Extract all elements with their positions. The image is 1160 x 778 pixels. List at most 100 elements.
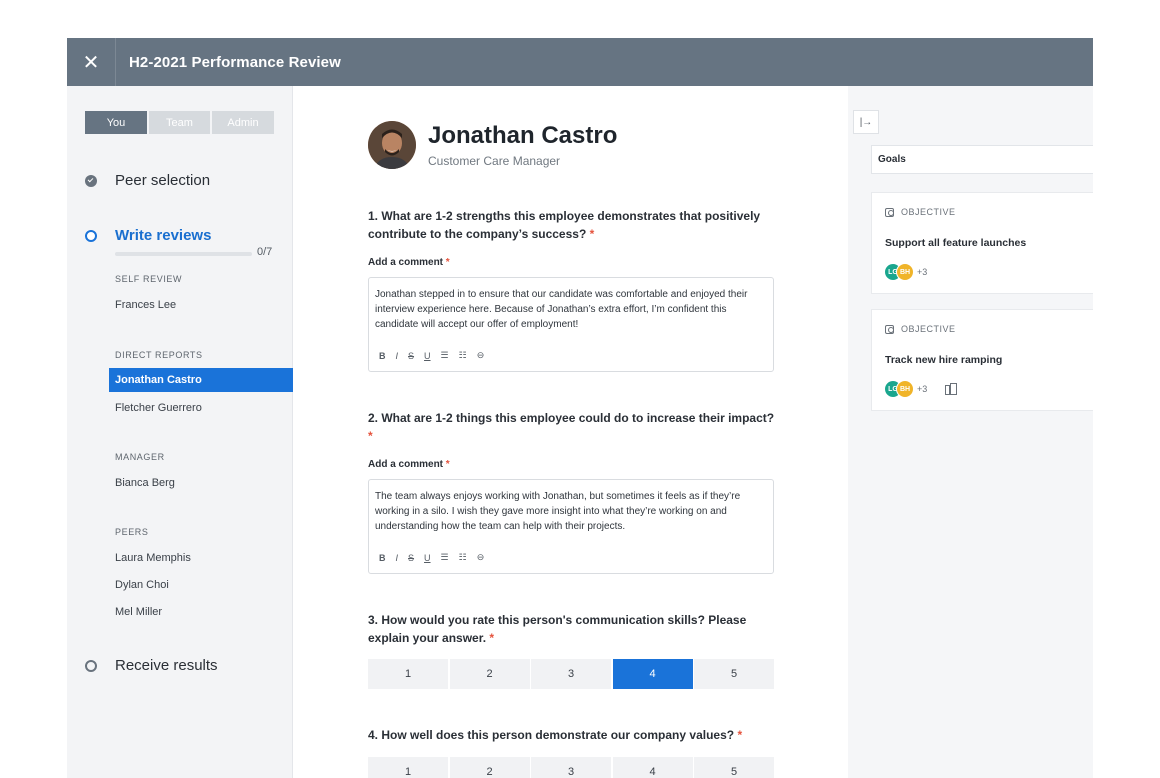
- rating-option-1[interactable]: 1: [368, 757, 448, 778]
- step-peer-selection[interactable]: Peer selection: [85, 172, 210, 189]
- goal-title: Track new hire ramping: [885, 354, 1003, 366]
- reviews-progress-bar: [115, 252, 252, 256]
- target-icon: [885, 324, 894, 334]
- rating-option-2[interactable]: 2: [449, 659, 530, 689]
- bold-icon[interactable]: B: [379, 553, 386, 563]
- comment-text[interactable]: The team always enjoys working with Jona…: [375, 489, 767, 534]
- target-icon: [885, 207, 894, 217]
- underline-icon[interactable]: U: [424, 351, 431, 361]
- role-segmented-control: You Team Admin: [85, 111, 274, 134]
- rating-option-4-selected[interactable]: 4: [612, 659, 693, 689]
- tab-admin[interactable]: Admin: [212, 111, 274, 134]
- close-icon[interactable]: ✕: [67, 38, 116, 86]
- comment-editor-1[interactable]: Jonathan stepped in to ensure that our c…: [368, 277, 774, 372]
- avatar: BH: [896, 263, 914, 281]
- strikethrough-icon[interactable]: S: [408, 351, 414, 361]
- bullet-list-icon[interactable]: ☰: [441, 552, 449, 563]
- rating-option-5[interactable]: 5: [694, 659, 774, 689]
- reviews-progress-text: 0/7: [257, 246, 273, 258]
- required-mark: *: [368, 429, 373, 443]
- reviewee-dylan-choi[interactable]: Dylan Choi: [115, 579, 169, 591]
- top-bar: ✕ H2-2021 Performance Review: [67, 38, 1093, 86]
- avatar: [368, 121, 416, 169]
- objective-type-label: OBJECTIVE: [901, 324, 956, 334]
- step-label: Receive results: [115, 657, 218, 674]
- reviewee-jonathan-castro[interactable]: Jonathan Castro: [109, 368, 293, 392]
- reviewee-fletcher-guerrero[interactable]: Fletcher Guerrero: [115, 402, 202, 414]
- empty-circle-icon: [85, 659, 97, 672]
- comment-label-2: Add a comment *: [368, 459, 450, 470]
- comment-editor-2[interactable]: The team always enjoys working with Jona…: [368, 479, 774, 574]
- more-owners-count: +3: [917, 384, 928, 394]
- tab-you[interactable]: You: [85, 111, 147, 134]
- question-text: 3. How would you rate this person's comm…: [368, 613, 747, 645]
- rating-option-5[interactable]: 5: [694, 757, 774, 778]
- review-app: ✕ H2-2021 Performance Review You Team Ad…: [67, 38, 1093, 778]
- link-icon[interactable]: ⊖: [477, 552, 485, 563]
- step-label: Write reviews: [115, 227, 212, 244]
- rating-option-4[interactable]: 4: [612, 757, 693, 778]
- employee-role: Customer Care Manager: [428, 154, 561, 168]
- goal-owners: LG BH +3: [884, 263, 927, 281]
- review-form: Jonathan Castro Customer Care Manager 1.…: [294, 86, 848, 778]
- link-icon[interactable]: ⊖: [477, 350, 485, 361]
- comment-label-text: Add a comment: [368, 459, 444, 470]
- rating-option-3[interactable]: 3: [531, 659, 611, 689]
- goal-owners: LG BH +3: [884, 380, 958, 398]
- step-receive-results[interactable]: Receive results: [85, 657, 218, 674]
- reviewee-frances-lee[interactable]: Frances Lee: [115, 299, 176, 311]
- comment-text[interactable]: Jonathan stepped in to ensure that our c…: [375, 287, 767, 332]
- page-title: H2-2021 Performance Review: [129, 53, 341, 71]
- bold-icon[interactable]: B: [379, 351, 386, 361]
- rating-option-3[interactable]: 3: [531, 757, 611, 778]
- more-owners-count: +3: [917, 267, 928, 277]
- objective-type-label: OBJECTIVE: [901, 207, 956, 217]
- rating-scale-4: 1 2 3 4 5: [368, 757, 776, 778]
- format-toolbar: B I S U ☰ ☷ ⊖: [379, 350, 484, 361]
- building-icon: [945, 383, 958, 395]
- question-2: 2. What are 1-2 things this employee cou…: [368, 409, 778, 445]
- group-label-manager: MANAGER: [115, 452, 165, 462]
- question-text: 1. What are 1-2 strengths this employee …: [368, 209, 761, 241]
- italic-icon[interactable]: I: [396, 351, 399, 361]
- rating-option-1[interactable]: 1: [368, 659, 448, 689]
- italic-icon[interactable]: I: [396, 553, 399, 563]
- question-4: 4. How well does this person demonstrate…: [368, 726, 778, 744]
- objective-type: OBJECTIVE: [885, 207, 956, 217]
- format-toolbar: B I S U ☰ ☷ ⊖: [379, 552, 484, 563]
- comment-label-1: Add a comment *: [368, 257, 450, 268]
- comment-label-text: Add a comment: [368, 257, 444, 268]
- required-mark: *: [589, 227, 595, 241]
- left-sidebar: You Team Admin Peer selection Write revi…: [67, 86, 293, 778]
- check-circle-icon: [85, 174, 97, 187]
- goal-card-2[interactable]: OBJECTIVE Track new hire ramping LG BH +…: [871, 309, 1093, 411]
- step-label: Peer selection: [115, 172, 211, 189]
- active-circle-icon: [85, 229, 97, 242]
- question-3: 3. How would you rate this person's comm…: [368, 611, 778, 647]
- rating-option-2[interactable]: 2: [449, 757, 530, 778]
- avatar: BH: [896, 380, 914, 398]
- rating-scale-3: 1 2 3 4 5: [368, 659, 776, 689]
- question-1: 1. What are 1-2 strengths this employee …: [368, 207, 778, 243]
- reviewee-bianca-berg[interactable]: Bianca Berg: [115, 477, 175, 489]
- employee-name: Jonathan Castro: [428, 122, 618, 149]
- underline-icon[interactable]: U: [424, 553, 431, 563]
- goals-dropdown[interactable]: Goals: [871, 145, 1093, 174]
- reviewee-laura-memphis[interactable]: Laura Memphis: [115, 552, 191, 564]
- required-mark: *: [489, 631, 495, 645]
- strikethrough-icon[interactable]: S: [408, 553, 414, 563]
- numbered-list-icon[interactable]: ☷: [459, 552, 467, 563]
- goal-card-1[interactable]: OBJECTIVE Support all feature launches L…: [871, 192, 1093, 294]
- question-text: 4. How well does this person demonstrate…: [368, 728, 735, 742]
- collapse-panel-icon[interactable]: |→: [853, 110, 879, 134]
- bullet-list-icon[interactable]: ☰: [441, 350, 449, 361]
- group-label-direct-reports: DIRECT REPORTS: [115, 350, 203, 360]
- required-mark: *: [445, 257, 450, 268]
- reviewee-mel-miller[interactable]: Mel Miller: [115, 606, 162, 618]
- goal-title: Support all feature launches: [885, 237, 1027, 249]
- step-write-reviews[interactable]: Write reviews: [85, 227, 211, 244]
- group-label-self-review: SELF REVIEW: [115, 274, 183, 284]
- numbered-list-icon[interactable]: ☷: [459, 350, 467, 361]
- tab-team[interactable]: Team: [149, 111, 210, 134]
- required-mark: *: [737, 728, 743, 742]
